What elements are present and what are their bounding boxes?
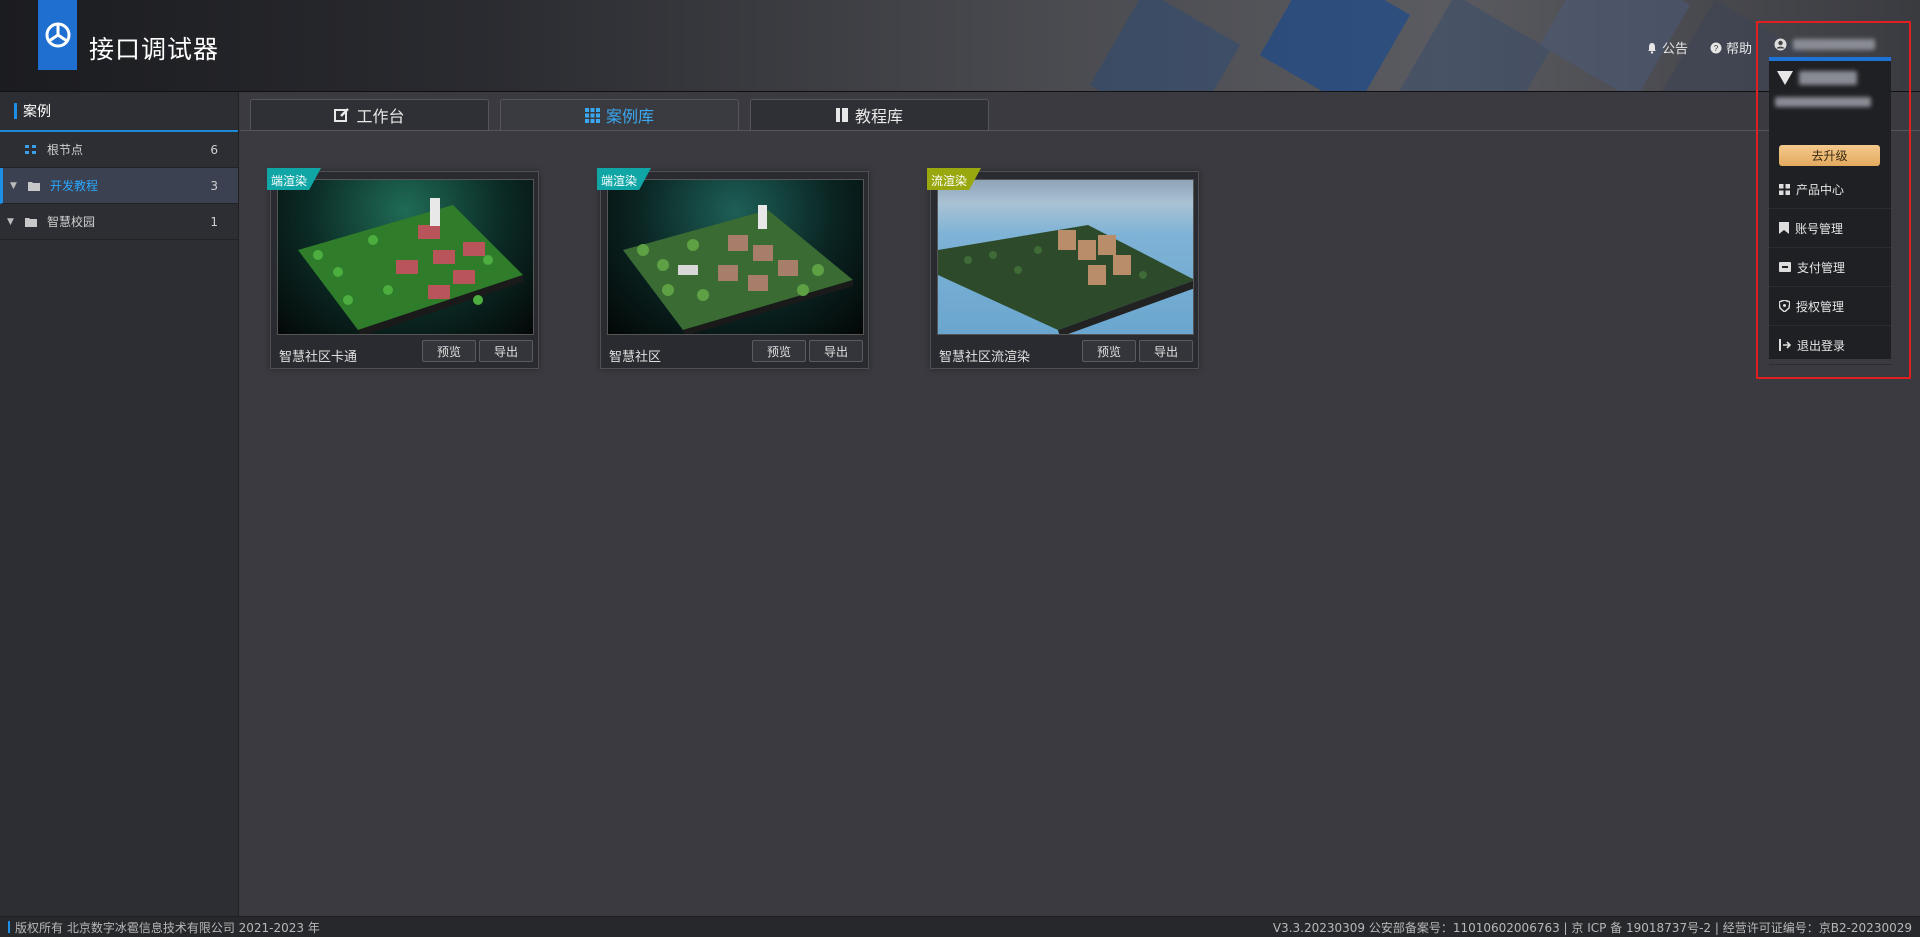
caret-down-icon[interactable]: ▼ — [7, 217, 14, 227]
bell-icon — [1648, 42, 1656, 54]
case-thumbnail[interactable] — [277, 179, 534, 335]
copyright-text: 版权所有 北京数字冰雹信息技术有限公司 2021-2023 年 — [15, 920, 320, 935]
export-button[interactable]: 导出 — [1139, 340, 1193, 362]
sidebar-accent-bar — [14, 103, 17, 119]
folder-icon — [28, 180, 40, 191]
grid-icon — [25, 144, 37, 154]
main-tabs: 工作台 案例库 教程库 — [250, 99, 989, 130]
sidebar: 案例 根节点 6 ▼ 开发教程 3 ▼ 智慧校园 1 — [0, 92, 239, 916]
edit-icon — [334, 108, 350, 122]
sidebar-item-root[interactable]: 根节点 6 — [0, 132, 238, 168]
notice-label: 公告 — [1662, 42, 1689, 57]
sidebar-item-label: 根节点 — [47, 143, 84, 157]
app-title: 接口调试器 — [89, 35, 220, 64]
book-icon — [835, 107, 848, 122]
preview-button[interactable]: 预览 — [752, 340, 806, 362]
red-annotation-box — [1756, 21, 1911, 379]
cartoon-community-scene — [298, 198, 523, 334]
export-button[interactable]: 导出 — [479, 340, 533, 362]
sidebar-item-dev-tutorial[interactable]: ▼ 开发教程 3 — [0, 168, 238, 204]
app-logo[interactable] — [38, 0, 77, 70]
tab-tutorial-library[interactable]: 教程库 — [750, 99, 989, 130]
version-and-license-info: V3.3.20230309 公安部备案号：11010602006763 | 京 … — [1272, 920, 1912, 935]
export-button[interactable]: 导出 — [809, 340, 863, 362]
help-label: 帮助 — [1726, 42, 1753, 57]
case-title: 智慧社区 — [609, 350, 662, 365]
streaming-community-scene — [938, 225, 1193, 334]
tab-workbench[interactable]: 工作台 — [250, 99, 489, 130]
header-decoration — [1259, 0, 1411, 91]
case-thumbnail[interactable] — [937, 179, 1194, 335]
case-card[interactable]: 端渲染 智慧社区卡通 预览 导出 — [267, 168, 539, 369]
sidebar-title: 案例 — [23, 104, 51, 120]
header-decoration — [1089, 0, 1241, 91]
sidebar-item-count: 3 — [210, 178, 218, 193]
logo-icon — [45, 22, 70, 48]
case-title: 智慧社区卡通 — [279, 350, 358, 365]
case-card[interactable]: 流渲染 智慧社区流渲染 预览 导出 — [927, 168, 1199, 369]
help-link[interactable]: ? 帮助 — [1710, 38, 1752, 57]
smart-community-scene — [623, 205, 853, 334]
tab-label: 工作台 — [356, 107, 405, 126]
sidebar-header: 案例 — [0, 92, 238, 132]
footer-left: 版权所有 北京数字冰雹信息技术有限公司 2021-2023 年 — [8, 919, 320, 936]
header-decoration — [1399, 0, 1551, 91]
case-card[interactable]: 端渲染 智慧社区 预览 导出 — [597, 168, 869, 369]
case-thumbnail[interactable] — [607, 179, 864, 335]
notice-link[interactable]: 公告 — [1646, 38, 1688, 57]
folder-icon — [25, 216, 37, 227]
preview-button[interactable]: 预览 — [1082, 340, 1136, 362]
tab-label: 案例库 — [605, 107, 654, 126]
top-header: 接口调试器 公告 ? 帮助 — [0, 0, 1920, 92]
svg-text:?: ? — [1714, 44, 1719, 53]
grid-icon — [584, 107, 600, 123]
sidebar-item-count: 1 — [210, 214, 218, 229]
footer: 版权所有 北京数字冰雹信息技术有限公司 2021-2023 年 V3.3.202… — [0, 916, 1920, 937]
sidebar-item-smart-campus[interactable]: ▼ 智慧校园 1 — [0, 204, 238, 240]
tab-underline — [240, 130, 1920, 131]
tab-label: 教程库 — [854, 107, 903, 126]
preview-button[interactable]: 预览 — [422, 340, 476, 362]
tab-case-library[interactable]: 案例库 — [500, 99, 739, 130]
sidebar-item-label: 智慧校园 — [47, 215, 96, 229]
caret-down-icon[interactable]: ▼ — [10, 181, 17, 191]
help-icon: ? — [1710, 42, 1722, 53]
sidebar-item-count: 6 — [210, 142, 218, 157]
footer-accent-bar — [8, 921, 10, 933]
sidebar-item-label: 开发教程 — [50, 179, 99, 193]
case-title: 智慧社区流渲染 — [939, 350, 1031, 365]
